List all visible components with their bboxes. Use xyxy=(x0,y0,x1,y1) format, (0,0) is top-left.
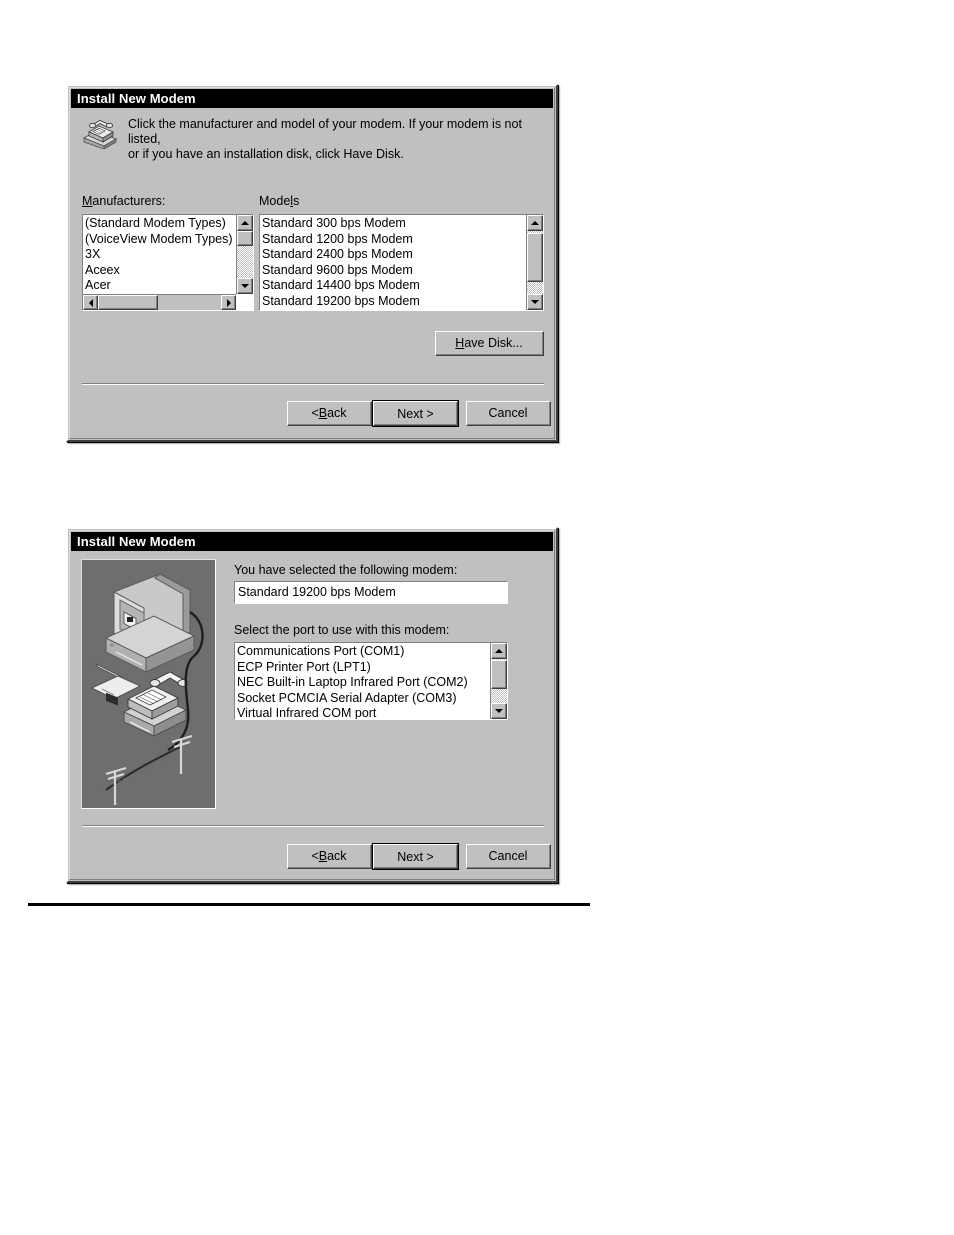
next-button-face: Next > xyxy=(373,401,458,426)
manufacturers-list-items[interactable]: (Standard Modem Types) (VoiceView Modem … xyxy=(83,215,236,294)
back-rest: ack xyxy=(327,406,347,420)
dialog1-separator xyxy=(82,383,544,385)
list-item[interactable]: Standard 14400 bps Modem xyxy=(260,278,526,294)
selected-modem-field: Standard 19200 bps Modem xyxy=(234,581,508,604)
models-label: Models xyxy=(259,194,299,208)
ports-scroll-down-button[interactable] xyxy=(491,703,507,719)
cancel-button[interactable]: Cancel xyxy=(466,844,551,869)
manufacturers-item-0[interactable]: (Standard Modem Types) xyxy=(85,216,226,230)
list-item[interactable]: Standard 1200 bps Modem xyxy=(260,232,526,248)
selected-modem-label: You have selected the following modem: xyxy=(234,563,458,577)
dialog2-title-text: Install New Modem xyxy=(77,534,196,549)
selected-modem-value: Standard 19200 bps Modem xyxy=(238,585,396,599)
models-scroll-up-button[interactable] xyxy=(527,215,543,231)
have-disk-accel: H xyxy=(455,336,465,350)
chevron-down-icon xyxy=(241,284,249,288)
back-button-face: < Back xyxy=(288,402,371,425)
have-disk-button-face: Have Disk... xyxy=(436,332,543,355)
manufacturers-scroll-up-button[interactable] xyxy=(237,215,253,231)
back-button[interactable]: < Back xyxy=(287,844,372,869)
list-item[interactable]: Acer xyxy=(83,278,236,294)
back-button[interactable]: < Back xyxy=(287,401,372,426)
models-scroll-thumb[interactable] xyxy=(527,233,543,282)
list-item[interactable]: NEC Built-in Laptop Infrared Port (COM2) xyxy=(235,675,490,691)
list-item[interactable]: (Standard Modem Types) xyxy=(83,216,236,232)
manufacturers-vertical-scrollbar[interactable] xyxy=(236,215,253,294)
list-item[interactable]: Standard 2400 bps Modem xyxy=(260,247,526,263)
modem-telephone-icon xyxy=(80,115,120,150)
chevron-up-icon xyxy=(241,221,249,225)
manufacturers-horizontal-scrollbar[interactable] xyxy=(83,294,236,310)
list-item[interactable]: Standard 9600 bps Modem xyxy=(260,263,526,279)
dialog1-instruction-line2: or if you have an installation disk, cli… xyxy=(128,147,404,161)
list-item[interactable]: (VoiceView Modem Types) xyxy=(83,232,236,248)
page-footer-rule xyxy=(28,903,590,906)
models-scroll-down-button[interactable] xyxy=(527,294,543,310)
chevron-down-icon xyxy=(531,300,539,304)
ports-listbox[interactable]: Communications Port (COM1) ECP Printer P… xyxy=(234,642,508,720)
dialog1-titlebar: Install New Modem xyxy=(71,89,553,108)
models-label-prefix: Mode xyxy=(259,194,291,208)
manufacturers-hscroll-thumb[interactable] xyxy=(98,295,158,310)
manufacturers-label-accel: M xyxy=(82,194,93,208)
ports-scroll-up-button[interactable] xyxy=(491,643,507,659)
chevron-left-icon xyxy=(88,298,93,307)
manufacturers-scroll-thumb[interactable] xyxy=(237,231,253,246)
models-item-selected[interactable]: Standard 19200 bps Modem xyxy=(262,294,420,308)
back-button-face: < Back xyxy=(288,845,371,868)
have-disk-rest: ave Disk... xyxy=(464,336,523,350)
next-button[interactable]: Next > xyxy=(372,843,459,870)
ports-item-selected[interactable]: Communications Port (COM1) xyxy=(237,644,404,658)
install-new-modem-dialog-select-port: Install New Modem You have selected the … xyxy=(66,527,558,883)
manufacturers-label-rest: anufacturers: xyxy=(92,194,166,208)
back-prefix: < xyxy=(311,849,319,863)
list-item[interactable]: ECP Printer Port (LPT1) xyxy=(235,660,490,676)
models-vertical-scrollbar[interactable] xyxy=(526,215,543,310)
chevron-down-icon xyxy=(495,709,503,713)
ports-list-items[interactable]: Communications Port (COM1) ECP Printer P… xyxy=(235,643,490,719)
port-label: Select the port to use with this modem: xyxy=(234,623,450,637)
models-list-items[interactable]: Standard 300 bps Modem Standard 1200 bps… xyxy=(260,215,526,310)
install-new-modem-dialog-select-model: Install New Modem Click the manufacturer… xyxy=(66,84,558,442)
back-prefix: < xyxy=(311,406,319,420)
manufacturers-scroll-right-button[interactable] xyxy=(221,295,236,310)
ports-scroll-thumb[interactable] xyxy=(491,660,507,689)
cancel-button-face: Cancel xyxy=(467,402,550,425)
next-button-face: Next > xyxy=(373,844,458,869)
chevron-up-icon xyxy=(531,221,539,225)
chevron-right-icon xyxy=(226,298,231,307)
next-button[interactable]: Next > xyxy=(372,400,459,427)
manufacturers-scroll-down-button[interactable] xyxy=(237,278,253,294)
list-item[interactable]: Standard 19200 bps Modem xyxy=(260,294,526,310)
list-item[interactable]: Aceex xyxy=(83,263,236,279)
cancel-button[interactable]: Cancel xyxy=(466,401,551,426)
models-label-rest: s xyxy=(293,194,300,208)
cancel-button-face: Cancel xyxy=(467,845,550,868)
list-item[interactable]: 3X xyxy=(83,247,236,263)
list-item[interactable]: Communications Port (COM1) xyxy=(235,644,490,660)
back-accel: B xyxy=(318,406,328,420)
manufacturers-scroll-left-button[interactable] xyxy=(83,295,98,310)
modem-setup-illustration xyxy=(81,559,216,809)
list-item[interactable]: Standard 300 bps Modem xyxy=(260,216,526,232)
dialog1-title-text: Install New Modem xyxy=(77,91,196,106)
dialog2-separator xyxy=(82,825,544,827)
computer-phone-line-illustration-svg xyxy=(82,560,215,808)
back-accel: B xyxy=(318,849,328,863)
have-disk-button[interactable]: Have Disk... xyxy=(435,331,544,356)
back-rest: ack xyxy=(327,849,347,863)
list-item[interactable]: Virtual Infrared COM port xyxy=(235,706,490,719)
manufacturers-label: Manufacturers: xyxy=(82,194,165,208)
ports-vertical-scrollbar[interactable] xyxy=(490,643,507,719)
dialog1-instruction: Click the manufacturer and model of your… xyxy=(128,117,540,162)
manufacturers-listbox[interactable]: (Standard Modem Types) (VoiceView Modem … xyxy=(82,214,254,311)
dialog2-titlebar: Install New Modem xyxy=(71,532,553,551)
models-listbox[interactable]: Standard 300 bps Modem Standard 1200 bps… xyxy=(259,214,544,311)
chevron-up-icon xyxy=(495,649,503,653)
dialog1-instruction-line1: Click the manufacturer and model of your… xyxy=(128,117,522,146)
list-item[interactable]: Socket PCMCIA Serial Adapter (COM3) xyxy=(235,691,490,707)
